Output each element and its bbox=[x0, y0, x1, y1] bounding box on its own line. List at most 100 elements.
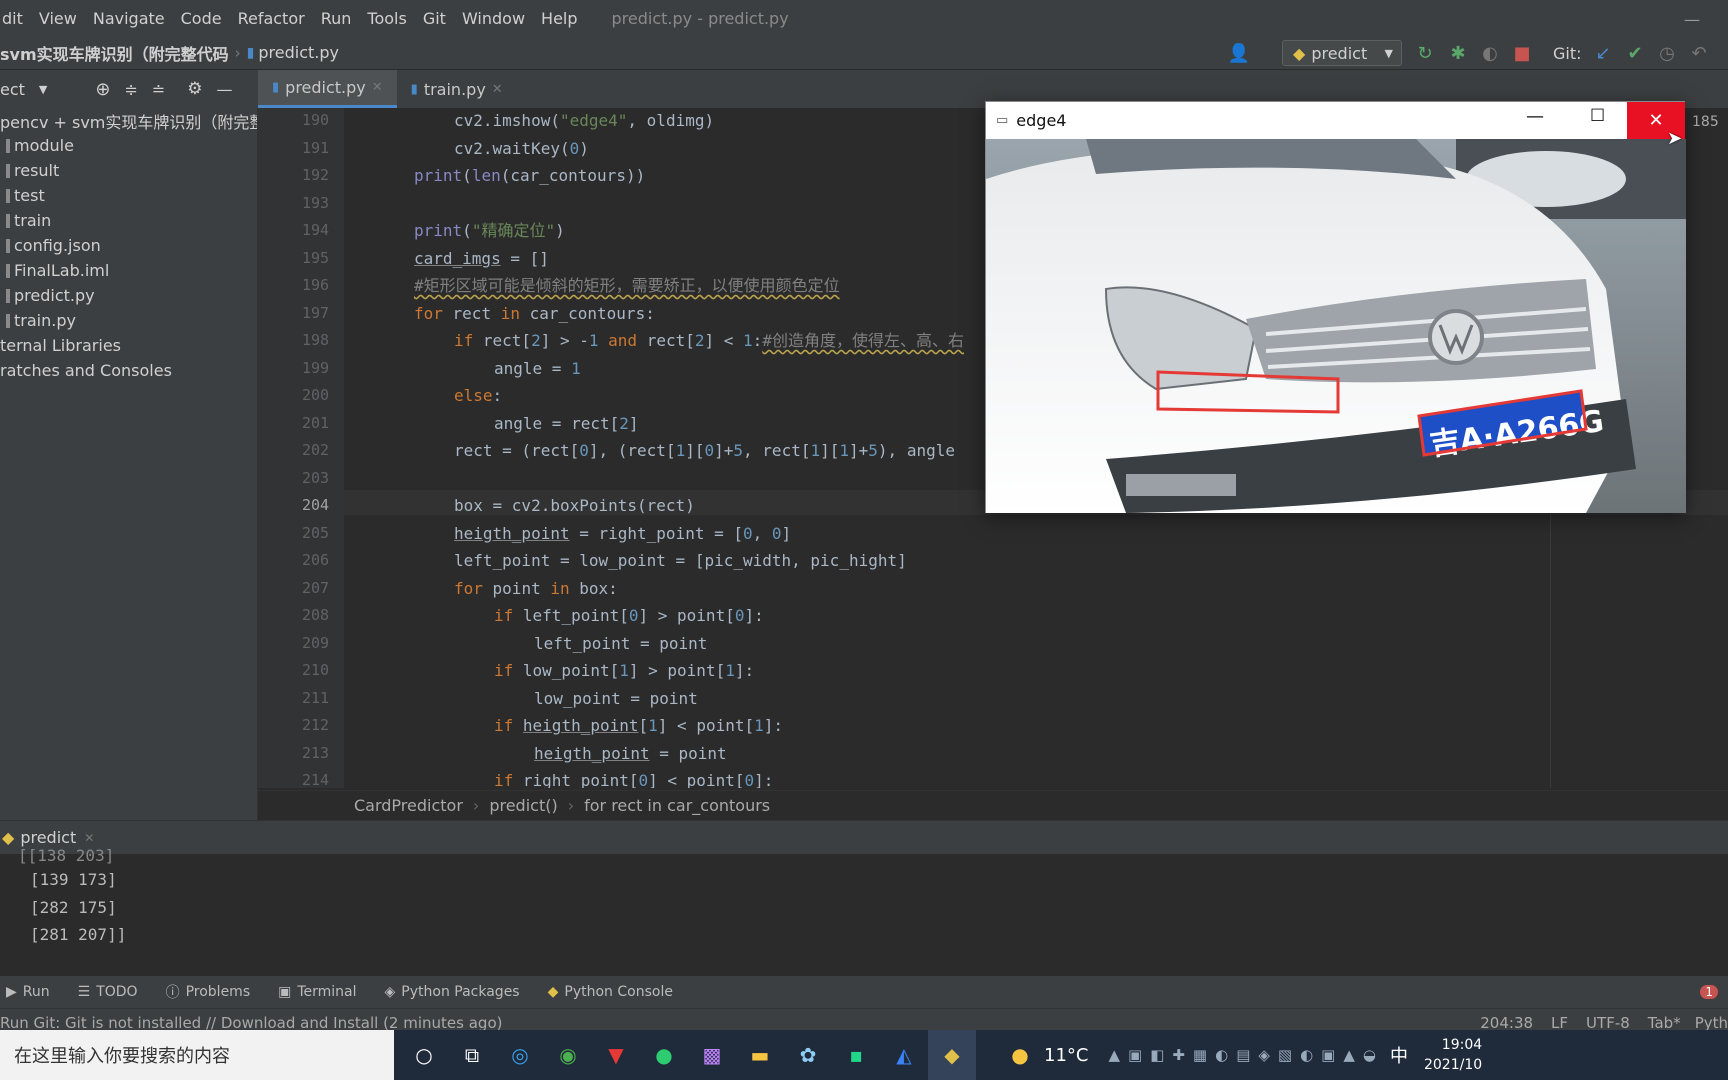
network-app-icon[interactable]: ✿ bbox=[784, 1030, 832, 1080]
paint-icon[interactable]: ▩ bbox=[688, 1030, 736, 1080]
menu-git[interactable]: Git bbox=[415, 9, 454, 28]
task-view-icon[interactable]: ⧉ bbox=[448, 1030, 496, 1080]
tree-item[interactable]: FinalLab.iml bbox=[0, 258, 257, 283]
tree-item[interactable]: module bbox=[0, 133, 257, 158]
menu-code[interactable]: Code bbox=[173, 9, 230, 28]
maximize-button[interactable]: ☐ bbox=[1590, 106, 1605, 126]
weather-temp[interactable]: 11°C bbox=[1044, 1045, 1088, 1066]
breadcrumb-function[interactable]: predict() bbox=[489, 796, 557, 815]
tree-item[interactable]: predict.py bbox=[0, 283, 257, 308]
tool-tab-label: Run bbox=[22, 984, 50, 1000]
gear-icon[interactable]: ⚙ bbox=[187, 79, 202, 99]
tool-tab-problems[interactable]: ⓘ Problems bbox=[166, 982, 251, 1002]
run-configuration-select[interactable]: ◆ predict ▼ bbox=[1282, 40, 1402, 66]
menu-edit[interactable]: dit bbox=[0, 9, 31, 28]
tool-tab-run[interactable]: ▶ Run bbox=[6, 984, 50, 1000]
file-encoding[interactable]: UTF-8 bbox=[1586, 1014, 1630, 1032]
file-icon bbox=[6, 213, 10, 228]
tree-item[interactable]: train bbox=[0, 208, 257, 233]
code-line: box = cv2.boxPoints(rect) bbox=[454, 496, 695, 515]
tool-tab-todo[interactable]: ☰ TODO bbox=[78, 984, 138, 1000]
git-history-icon[interactable]: ◷ bbox=[1656, 42, 1678, 64]
tree-item[interactable]: ternal Libraries bbox=[0, 333, 257, 358]
tree-item[interactable]: config.json bbox=[0, 233, 257, 258]
caret-position[interactable]: 204:38 bbox=[1480, 1014, 1533, 1032]
clock[interactable]: 19:04 2021/10 bbox=[1424, 1035, 1482, 1075]
tree-item-label: predict.py bbox=[14, 286, 95, 305]
breadcrumb-separator: › bbox=[472, 796, 480, 815]
python-interpreter[interactable]: Pyth bbox=[1695, 1014, 1728, 1032]
wechat-icon[interactable]: ● bbox=[640, 1030, 688, 1080]
menu-navigate[interactable]: Navigate bbox=[85, 9, 173, 28]
opencv-titlebar[interactable]: ▭ edge4 — ☐ ✕ bbox=[986, 102, 1685, 139]
coverage-icon[interactable]: ◐ bbox=[1479, 42, 1501, 64]
menu-tools[interactable]: Tools bbox=[359, 9, 414, 28]
mouse-cursor-icon: ➤ bbox=[1667, 128, 1683, 149]
tab-predict-py[interactable]: ▮ predict.py ✕ bbox=[258, 70, 397, 108]
breadcrumb-loop[interactable]: for rect in car_contours bbox=[584, 796, 770, 815]
project-view-select[interactable]: ect bbox=[0, 80, 25, 99]
line-separator[interactable]: LF bbox=[1551, 1014, 1568, 1032]
wps-icon[interactable]: ▼ bbox=[592, 1030, 640, 1080]
folder-icon[interactable]: ▬ bbox=[736, 1030, 784, 1080]
tool-tab-python-packages[interactable]: ◈ Python Packages bbox=[385, 984, 520, 1000]
indent-setting[interactable]: Tab* bbox=[1648, 1014, 1681, 1032]
python-app-icon[interactable]: ◆ bbox=[928, 1030, 976, 1080]
menu-refactor[interactable]: Refactor bbox=[230, 9, 313, 28]
git-rollback-icon[interactable]: ↶ bbox=[1688, 42, 1710, 64]
photos-icon[interactable]: ◭ bbox=[880, 1030, 928, 1080]
close-icon[interactable]: ✕ bbox=[492, 82, 503, 97]
taskbar-search-input[interactable]: 在这里输入你要搜索的内容 bbox=[0, 1030, 394, 1080]
browser-icon[interactable]: ◉ bbox=[544, 1030, 592, 1080]
tray-icons[interactable]: ▲▣◧✚▦◐▤◈▧◐▣▲◒ bbox=[1108, 1046, 1383, 1064]
close-icon[interactable]: ✕ bbox=[84, 831, 94, 845]
python-icon: ◆ bbox=[2, 828, 15, 847]
rerun-icon[interactable]: ↻ bbox=[1414, 42, 1436, 64]
tree-item[interactable]: ratches and Consoles bbox=[0, 358, 257, 383]
pycharm-icon[interactable]: ▪ bbox=[832, 1030, 880, 1080]
run-panel-header: ◆ predict ✕ bbox=[0, 820, 1728, 854]
close-icon[interactable]: ✕ bbox=[372, 80, 383, 95]
hide-icon[interactable]: — bbox=[217, 80, 233, 99]
line-number: 200 bbox=[302, 386, 330, 404]
tool-tab-terminal[interactable]: ▣ Terminal bbox=[278, 984, 356, 1000]
chevron-down-icon[interactable]: ▼ bbox=[39, 83, 47, 96]
breadcrumb-class[interactable]: CardPredictor bbox=[354, 796, 463, 815]
menu-run[interactable]: Run bbox=[313, 9, 360, 28]
status-message[interactable]: Run Git: Git is not installed // Downloa… bbox=[0, 1014, 502, 1032]
minimize-button[interactable]: — bbox=[1684, 10, 1700, 29]
tool-tab-label: Python Console bbox=[564, 984, 673, 1000]
tool-tab-python-console[interactable]: ◆ Python Console bbox=[548, 984, 673, 1000]
breadcrumb-file[interactable]: predict.py bbox=[258, 43, 339, 62]
debug-icon[interactable]: ✱ bbox=[1447, 42, 1469, 64]
input-method[interactable]: 中 bbox=[1390, 1042, 1408, 1068]
notification-badge[interactable]: 1 bbox=[1700, 985, 1718, 999]
minimize-button[interactable]: — bbox=[1526, 106, 1544, 127]
tree-item[interactable]: result bbox=[0, 158, 257, 183]
file-icon bbox=[6, 263, 10, 278]
locate-icon[interactable]: ⊕ bbox=[95, 79, 110, 100]
tree-item[interactable]: test bbox=[0, 183, 257, 208]
collapse-all-icon[interactable]: ≐ bbox=[152, 80, 165, 99]
menu-window[interactable]: Window bbox=[454, 9, 533, 28]
tree-item[interactable]: pencv + svm实现车牌识别（附完整代码 bbox=[0, 108, 257, 133]
menu-view[interactable]: View bbox=[31, 9, 85, 28]
line-number: 194 bbox=[302, 221, 330, 239]
stop-icon[interactable]: ■ bbox=[1511, 42, 1533, 64]
editor-breadcrumb: CardPredictor › predict() › for rect in … bbox=[258, 790, 1728, 820]
user-icon[interactable]: 👤 bbox=[1228, 42, 1250, 64]
code-line: if right_point[0] < point[0]: bbox=[494, 771, 774, 788]
git-update-icon[interactable]: ↙ bbox=[1592, 42, 1614, 64]
breadcrumb-project[interactable]: svm实现车牌识别（附完整代码 bbox=[0, 41, 229, 65]
git-commit-icon[interactable]: ✔ bbox=[1624, 42, 1646, 64]
cortana-icon[interactable]: ○ bbox=[400, 1030, 448, 1080]
expand-all-icon[interactable]: ≑ bbox=[124, 80, 137, 99]
run-tab-predict[interactable]: predict bbox=[20, 828, 76, 847]
menu-help[interactable]: Help bbox=[533, 9, 585, 28]
line-number: 211 bbox=[302, 688, 330, 707]
line-number: 198 bbox=[302, 331, 330, 349]
edge-icon[interactable]: ◎ bbox=[496, 1030, 544, 1080]
tool-tab-label: Problems bbox=[185, 984, 251, 1000]
tree-item[interactable]: train.py bbox=[0, 308, 257, 333]
tab-train-py[interactable]: ▮ train.py ✕ bbox=[397, 70, 517, 108]
